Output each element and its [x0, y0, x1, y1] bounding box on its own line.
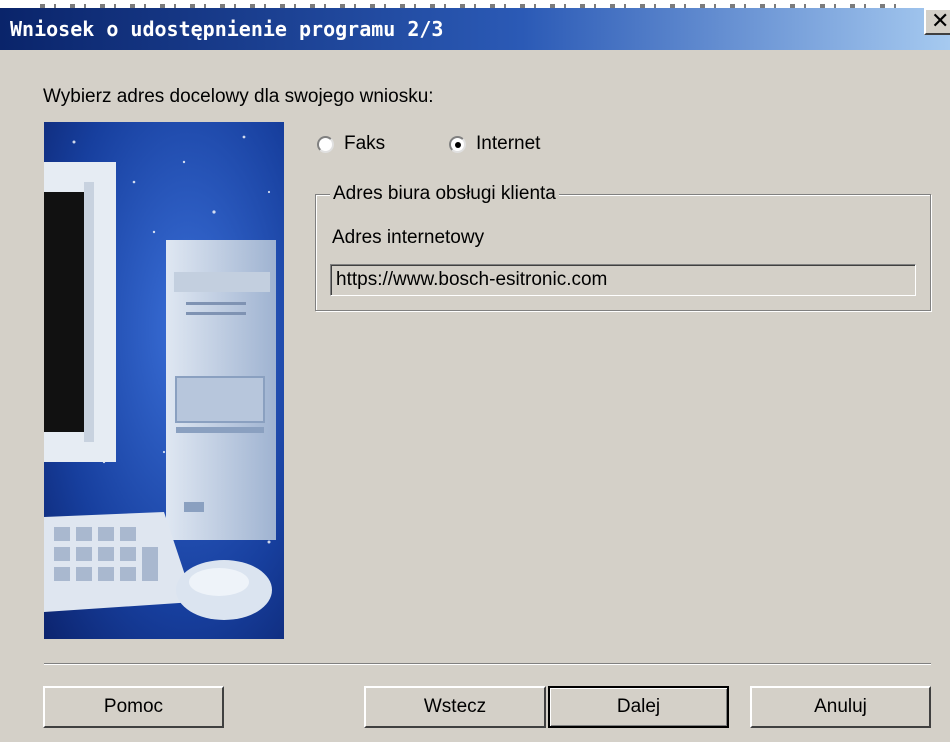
internet-radio-circle[interactable] — [449, 135, 466, 153]
fax-radio-circle[interactable] — [317, 135, 334, 153]
background-window-strip — [0, 0, 950, 8]
next-button[interactable]: Dalej — [548, 686, 729, 728]
close-button[interactable]: ✕ — [924, 8, 950, 35]
close-icon: ✕ — [931, 9, 950, 34]
destination-prompt: Wybierz adres docelowy dla swojego wnios… — [43, 86, 434, 107]
internet-label: Internet — [476, 133, 541, 154]
title-bar[interactable]: Wniosek o udostępnienie programu 2/3 — [0, 8, 950, 50]
internet-address-field[interactable]: https://www.bosch-esitronic.com — [330, 264, 916, 296]
back-button[interactable]: Wstecz — [364, 686, 546, 728]
fax-label: Faks — [344, 133, 386, 154]
help-button[interactable]: Pomoc — [43, 686, 224, 728]
group-title: Adres biura obsługi klienta — [330, 183, 559, 205]
cancel-button[interactable]: Anuluj — [750, 686, 931, 728]
window-title: Wniosek o udostępnienie programu 2/3 — [10, 17, 444, 41]
internet-address-label: Adres internetowy — [332, 227, 485, 248]
computer-illustration — [44, 122, 284, 639]
internet-radio[interactable]: Internet — [449, 131, 540, 157]
fax-radio[interactable]: Faks — [317, 131, 385, 157]
wizard-dialog: Wniosek o udostępnienie programu 2/3 ✕ W… — [0, 0, 950, 742]
button-separator — [44, 663, 931, 665]
